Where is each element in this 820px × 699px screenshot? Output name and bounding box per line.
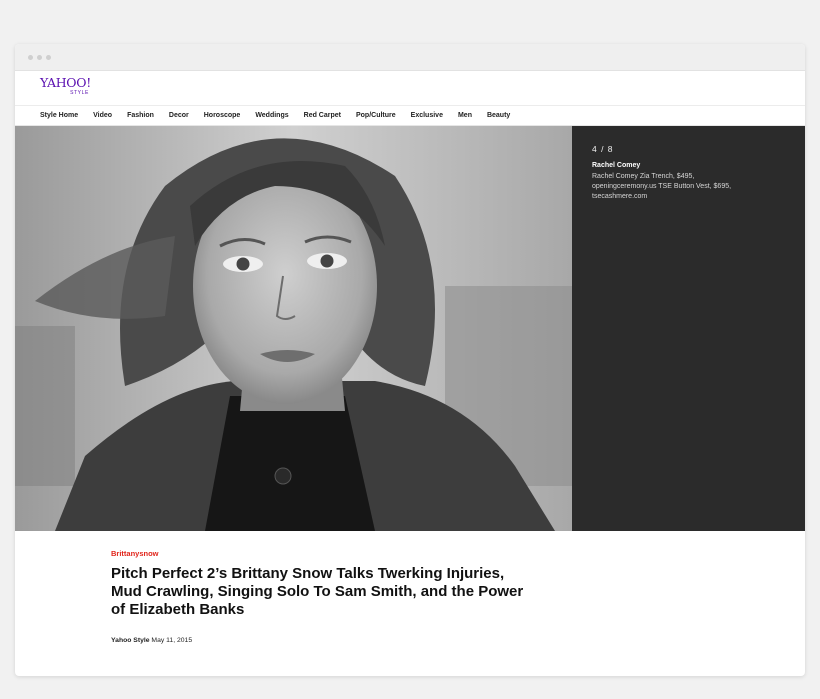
nav-item-style-home[interactable]: Style Home (40, 112, 78, 119)
portrait-illustration (15, 126, 572, 531)
nav-item-beauty[interactable]: Beauty (487, 112, 510, 119)
yahoo-style-logo[interactable]: YAHOO! STYLE (40, 75, 91, 96)
window-chrome (15, 44, 805, 71)
browser-window: YAHOO! STYLE Style Home Video Fashion De… (15, 44, 805, 676)
nav-item-red-carpet[interactable]: Red Carpet (304, 112, 341, 119)
logo-text: YAHOO! (40, 75, 91, 90)
article-title: Pitch Perfect 2’s Brittany Snow Talks Tw… (111, 565, 524, 618)
gallery-counter: 4 / 8 (592, 144, 614, 154)
nav-item-horoscope[interactable]: Horoscope (204, 112, 241, 119)
article-tag[interactable]: Brittanysnow (111, 549, 159, 558)
byline: Yahoo Style May 11, 2015 (111, 637, 192, 644)
window-dot[interactable] (46, 54, 51, 60)
gallery-photo[interactable] (15, 126, 572, 531)
caption-description: Rachel Comey Zia Trench, $495, openingce… (592, 173, 732, 200)
byline-date: May 11, 2015 (151, 637, 193, 644)
caption-brand: Rachel Comey (592, 162, 641, 169)
nav-item-pop-culture[interactable]: Pop/Culture (356, 112, 396, 119)
nav-item-exclusive[interactable]: Exclusive (411, 112, 443, 119)
nav-item-weddings[interactable]: Weddings (255, 112, 288, 119)
logo-subtext: STYLE (70, 89, 89, 96)
window-dot[interactable] (37, 54, 42, 60)
nav-item-decor[interactable]: Decor (169, 112, 189, 119)
gallery-hero: 4 / 8 Rachel Comey Rachel Comey Zia Tren… (15, 126, 805, 531)
nav-item-video[interactable]: Video (93, 112, 112, 119)
window-dot[interactable] (28, 54, 33, 60)
byline-source[interactable]: Yahoo Style (111, 637, 150, 644)
gallery-caption-panel: 4 / 8 Rachel Comey Rachel Comey Zia Tren… (572, 126, 805, 531)
site-header: YAHOO! STYLE (15, 71, 805, 106)
nav-item-fashion[interactable]: Fashion (127, 112, 154, 119)
main-nav: Style Home Video Fashion Decor Horoscope… (15, 106, 805, 126)
nav-item-men[interactable]: Men (458, 112, 472, 119)
